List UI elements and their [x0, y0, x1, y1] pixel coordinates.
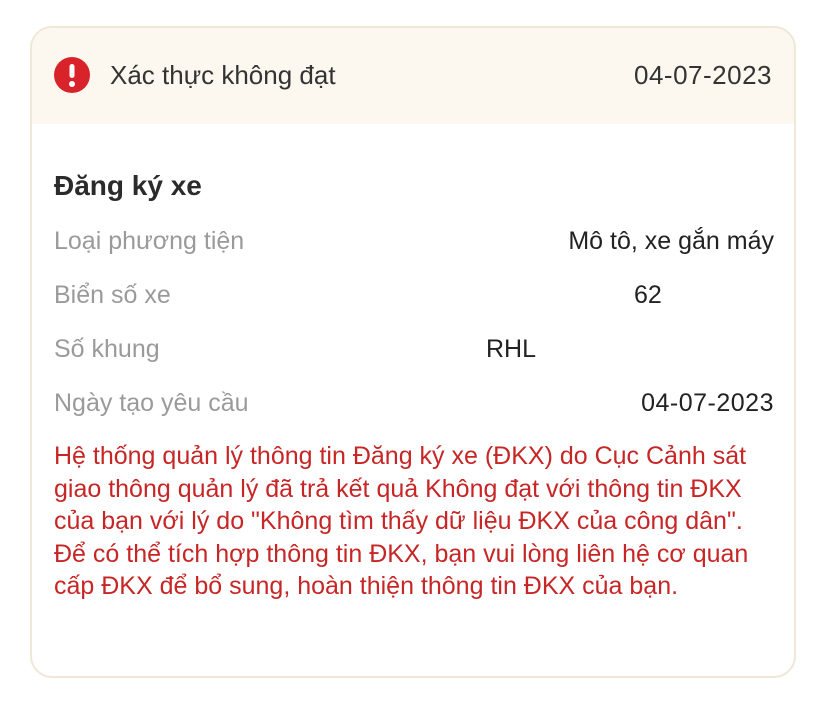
- request-date-value: 04-07-2023: [641, 389, 774, 417]
- vehicle-type-value: Mô tô, xe gắn máy: [568, 227, 774, 255]
- chassis-number-value: RHL: [486, 335, 537, 363]
- license-plate-value: 62: [634, 281, 662, 309]
- license-plate-label: Biển số xe: [54, 281, 171, 309]
- verification-status-header: Xác thực không đạt 04-07-2023: [32, 28, 794, 124]
- vehicle-registration-card: Xác thực không đạt 04-07-2023 Đăng ký xe…: [30, 26, 796, 678]
- section-title: Đăng ký xe: [54, 170, 202, 201]
- request-date-label: Ngày tạo yêu cầu: [54, 389, 249, 417]
- status-text: Xác thực không đạt: [110, 60, 336, 90]
- status-date: 04-07-2023: [634, 60, 772, 90]
- alert-circle-icon: [54, 57, 90, 93]
- vehicle-type-label: Loại phương tiện: [54, 227, 245, 255]
- failure-reason-note: Hệ thống quản lý thông tin Đăng ký xe (Đ…: [54, 442, 749, 600]
- chassis-number-label: Số khung: [54, 335, 160, 363]
